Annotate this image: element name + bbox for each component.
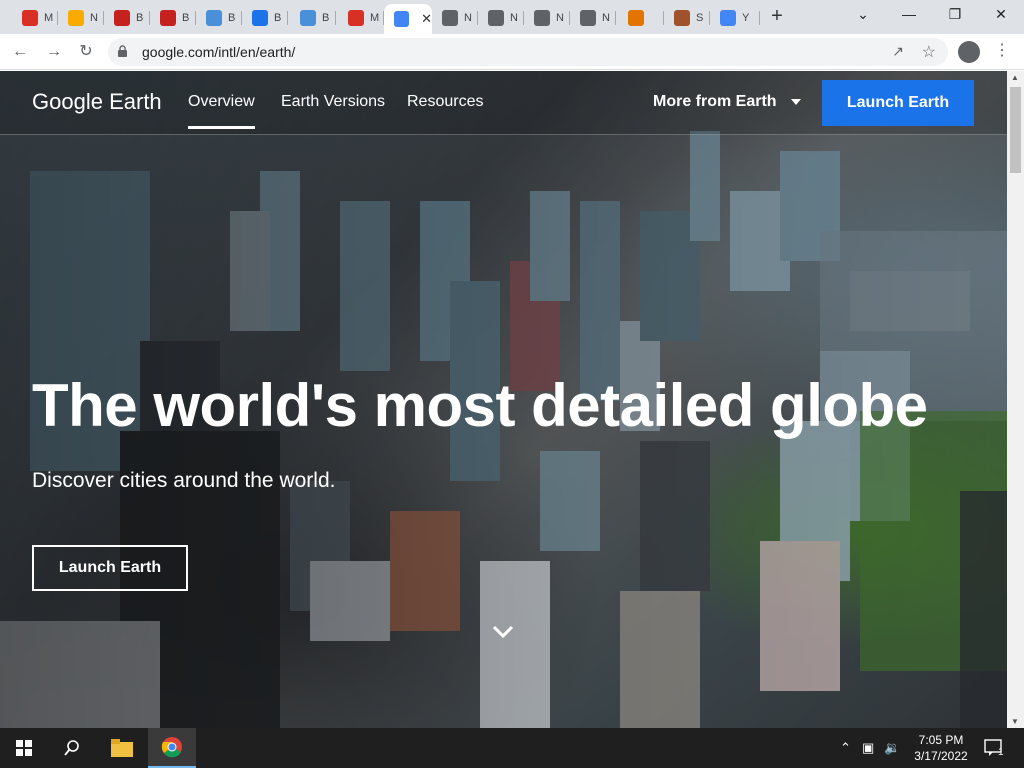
scroll-down-arrow-icon[interactable]: ▼ (1011, 717, 1019, 726)
system-clock[interactable]: 7:05 PM 3/17/2022 (902, 732, 980, 764)
browser-tab[interactable]: Y (710, 4, 760, 32)
tab-label: N (90, 12, 98, 24)
tab-label: M (44, 12, 54, 24)
nav-overview[interactable]: Overview (188, 93, 255, 129)
show-hidden-icons-chevron-icon[interactable]: ⌃ (840, 728, 851, 768)
tab-label: B (322, 12, 330, 24)
browser-tab[interactable]: M (338, 4, 384, 32)
close-tab-icon[interactable]: ✕ (421, 11, 432, 27)
tab-label: B (182, 12, 190, 24)
tab-favicon-icon (22, 10, 38, 26)
new-tab-button[interactable]: + (765, 5, 789, 29)
chevron-down-icon (790, 98, 801, 105)
page-scrollbar[interactable]: ▲ ▼ (1007, 71, 1024, 728)
tab-favicon-icon (442, 10, 458, 26)
browser-tab[interactable]: N (58, 4, 104, 32)
url-text[interactable]: google.com/intl/en/earth/ (142, 44, 295, 60)
nav-resources[interactable]: Resources (407, 93, 483, 111)
tab-label: N (556, 12, 564, 24)
google-earth-logo[interactable]: Google Earth (32, 89, 162, 115)
hero-headline: The world's most detailed globe (32, 372, 928, 439)
browser-tab[interactable]: N (432, 4, 478, 32)
tab-favicon-icon (674, 10, 690, 26)
tab-favicon-icon (394, 11, 410, 27)
nav-earth-versions[interactable]: Earth Versions (281, 93, 385, 111)
scroll-down-chevron-icon[interactable] (491, 619, 515, 643)
tab-favicon-icon (488, 10, 504, 26)
tab-favicon-icon (348, 10, 364, 26)
windows-start-icon[interactable] (0, 728, 48, 768)
scrollbar-thumb[interactable] (1010, 87, 1021, 173)
browser-tab[interactable]: B (196, 4, 242, 32)
tab-favicon-icon (206, 10, 222, 26)
minimize-button[interactable]: — (886, 0, 932, 30)
browser-tab[interactable]: M (12, 4, 58, 32)
volume-icon[interactable]: 🔉 (884, 728, 900, 768)
file-explorer-icon[interactable] (98, 728, 146, 768)
close-window-button[interactable]: ✕ (978, 0, 1024, 30)
network-icon[interactable]: ▣ (862, 728, 874, 768)
browser-tab[interactable]: B (150, 4, 196, 32)
tab-favicon-icon (68, 10, 84, 26)
tab-favicon-icon (300, 10, 316, 26)
browser-tab[interactable]: B (242, 4, 288, 32)
tab-label: B (274, 12, 282, 24)
browser-tab[interactable]: N (478, 4, 524, 32)
forward-arrow-icon[interactable]: → (42, 40, 66, 64)
scroll-up-arrow-icon[interactable]: ▲ (1011, 73, 1019, 82)
bookmark-star-icon[interactable]: ☆ (922, 42, 936, 62)
browser-toolbar: ← → ↻ google.com/intl/en/earth/ ↗ ☆ (0, 34, 1024, 70)
tab-label: Y (742, 12, 750, 24)
tab-label: N (602, 12, 610, 24)
tab-favicon-icon (114, 10, 130, 26)
browser-tab[interactable]: B (290, 4, 336, 32)
browser-tab[interactable]: ✕ (384, 4, 432, 34)
search-icon[interactable] (48, 728, 96, 768)
browser-tab[interactable]: B (104, 4, 150, 32)
tab-favicon-icon (160, 10, 176, 26)
hero-subline: Discover cities around the world. (32, 469, 336, 492)
browser-tab[interactable]: N (570, 4, 616, 32)
browser-tab[interactable]: S (664, 4, 710, 32)
share-icon[interactable]: ↗ (892, 43, 904, 60)
menu-kebab-icon[interactable]: ⋮ (992, 40, 1012, 60)
tab-favicon-icon (580, 10, 596, 26)
lock-icon (118, 45, 127, 57)
notification-count-badge: 1 (998, 746, 1004, 758)
browser-tab[interactable] (618, 4, 664, 32)
windows-taskbar: ⌃ ▣ 🔉 7:05 PM 3/17/2022 1 (0, 728, 1024, 768)
launch-earth-hero-button[interactable]: Launch Earth (32, 545, 188, 591)
tab-label: M (370, 12, 380, 24)
tab-search-icon[interactable]: ⌄ (840, 0, 886, 30)
chrome-taskbar-icon[interactable] (148, 728, 196, 768)
profile-avatar-icon[interactable] (958, 41, 980, 63)
tab-label: N (510, 12, 518, 24)
tab-label: B (136, 12, 144, 24)
notification-center-icon[interactable]: 1 (984, 728, 1004, 768)
tab-label: B (228, 12, 236, 24)
address-bar[interactable]: google.com/intl/en/earth/ ↗ ☆ (108, 38, 948, 66)
page-viewport: Google Earth Overview Earth Versions Res… (0, 71, 1007, 728)
tab-favicon-icon (534, 10, 550, 26)
tab-label: S (696, 12, 704, 24)
reload-icon[interactable]: ↻ (74, 40, 98, 64)
browser-tab[interactable]: N (524, 4, 570, 32)
launch-earth-header-button[interactable]: Launch Earth (822, 80, 974, 126)
tab-favicon-icon (252, 10, 268, 26)
tab-favicon-icon (628, 10, 644, 26)
restore-button[interactable]: ❐ (932, 0, 978, 30)
tab-label: N (464, 12, 472, 24)
more-from-earth-dropdown[interactable]: More from Earth (653, 93, 801, 111)
tab-favicon-icon (720, 10, 736, 26)
back-arrow-icon[interactable]: ← (8, 40, 32, 64)
site-header: Google Earth Overview Earth Versions Res… (0, 71, 1007, 135)
